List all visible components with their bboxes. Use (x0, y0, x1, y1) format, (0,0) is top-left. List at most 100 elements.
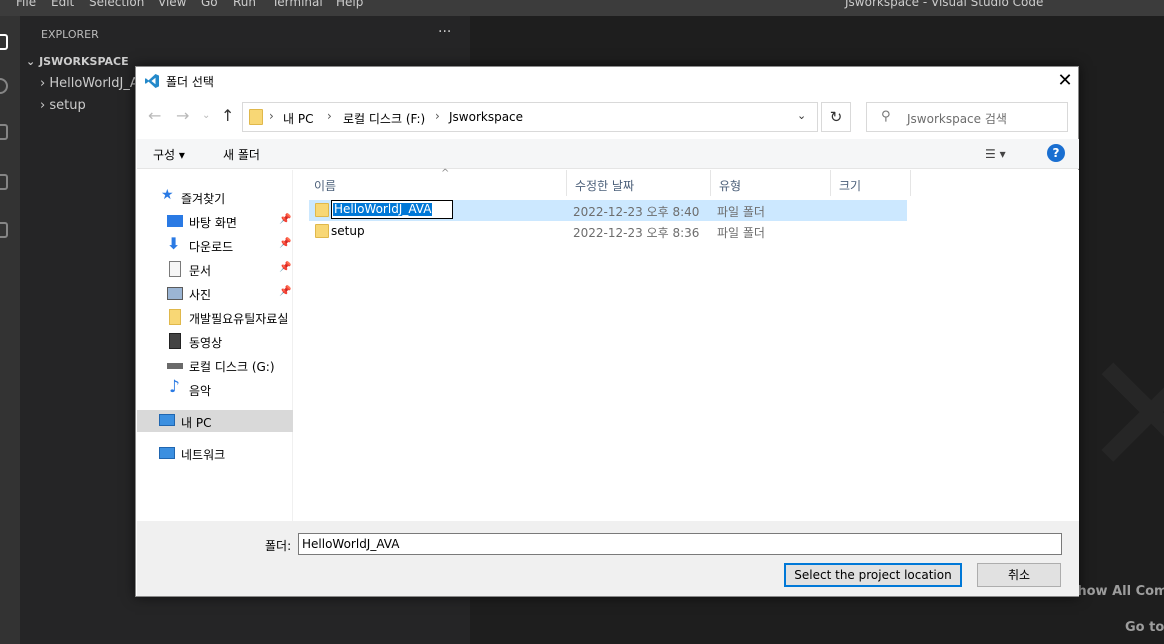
video-icon (169, 333, 181, 349)
tree-item-label: setup (49, 98, 86, 113)
menu-run[interactable]: Run (233, 0, 256, 9)
file-row-helloworld[interactable]: HelloWorldJ_AVA 2022-12-23 오후 8:40 파일 폴더 (309, 200, 907, 221)
menu-selection[interactable]: Selection (89, 0, 144, 9)
column-header-name[interactable]: ^ 이름 (306, 168, 567, 196)
nav-label: 내 PC (181, 416, 212, 430)
nav-music[interactable]: ♪ 음악 (137, 377, 293, 400)
column-label: 이름 (314, 179, 337, 193)
chevron-right-icon: › (40, 76, 46, 91)
back-arrow-icon[interactable]: ← (148, 106, 161, 125)
file-modified: 2022-12-23 오후 8:40 (573, 205, 700, 219)
window-title: Jsworkspace - Visual Studio Code (845, 0, 1044, 9)
nav-label: 즐겨찾기 (181, 192, 226, 206)
nav-desktop[interactable]: 바탕 화면 📌 (137, 210, 293, 232)
run-debug-icon[interactable] (0, 174, 8, 190)
nav-label: 네트워크 (181, 448, 226, 462)
column-header-modified[interactable]: 수정한 날짜 (567, 170, 711, 196)
close-icon[interactable]: ✕ (1054, 70, 1076, 92)
computer-icon (159, 414, 175, 426)
dialog-title: 폴더 선택 (166, 75, 214, 89)
nav-pictures[interactable]: 사진 📌 (137, 282, 293, 304)
folder-icon (315, 203, 329, 217)
menu-help[interactable]: Help (336, 0, 363, 9)
recent-locations-icon[interactable]: ⌄ (202, 110, 210, 121)
file-list: ^ 이름 수정한 날짜 유형 크기 HelloWorldJ_AVA 2022-1… (296, 168, 1079, 521)
nav-quick-access[interactable]: ★ 즐겨찾기 (137, 186, 293, 208)
organize-button[interactable]: 구성 ▾ (153, 146, 185, 163)
navigation-row: ← → ⌄ ↑ › 내 PC › 로컬 디스크 (F:) › Jsworkspa… (136, 101, 1078, 133)
download-icon: ⬇ (167, 234, 181, 253)
picture-icon (167, 287, 183, 300)
nav-downloads[interactable]: ⬇ 다운로드 📌 (137, 234, 293, 256)
refresh-icon[interactable]: ↻ (821, 102, 851, 132)
cancel-button[interactable]: 취소 (977, 563, 1061, 587)
file-type: 파일 폴더 (717, 205, 765, 219)
column-header-type[interactable]: 유형 (711, 170, 831, 196)
view-options-icon[interactable]: ☰ ▾ (985, 147, 1006, 161)
menu-edit[interactable]: Edit (51, 0, 74, 9)
folder-input[interactable] (298, 533, 1062, 555)
file-row-setup[interactable]: setup 2022-12-23 오후 8:36 파일 폴더 (309, 221, 907, 242)
dialog-titlebar: 폴더 선택 ✕ (136, 67, 1078, 95)
nav-documents[interactable]: 문서 📌 (137, 258, 293, 280)
command-toolbar: 구성 ▾ 새 폴더 ☰ ▾ ? (137, 139, 1079, 169)
up-arrow-icon[interactable]: ↑ (221, 106, 234, 125)
explorer-title: EXPLORER (41, 28, 99, 41)
explorer-icon[interactable] (0, 34, 8, 50)
rename-input[interactable]: HelloWorldJ_AVA (331, 200, 453, 219)
new-folder-button[interactable]: 새 폴더 (223, 146, 260, 163)
document-icon (169, 261, 181, 277)
chevron-down-icon[interactable]: ⌄ (797, 109, 806, 122)
extensions-icon[interactable] (0, 222, 8, 238)
forward-arrow-icon[interactable]: → (176, 106, 189, 125)
column-label: 수정한 날짜 (575, 179, 635, 193)
menu-terminal[interactable]: Terminal (272, 0, 323, 9)
file-modified: 2022-12-23 오후 8:36 (573, 226, 700, 240)
nav-label: 음악 (189, 384, 212, 398)
chevron-right-icon: › (327, 109, 332, 123)
column-label: 유형 (719, 179, 742, 193)
nav-this-pc[interactable]: 내 PC (137, 410, 293, 432)
breadcrumb-drive-f[interactable]: 로컬 디스크 (F:) (343, 110, 425, 127)
column-header-size[interactable]: 크기 (831, 170, 911, 196)
workspace-header[interactable]: ⌄ JSWORKSPACE (26, 55, 129, 68)
more-actions-icon[interactable]: ··· (438, 24, 451, 40)
pin-icon: 📌 (279, 214, 292, 225)
nav-label: 로컬 디스크 (G:) (189, 360, 275, 374)
select-project-location-button[interactable]: Select the project location (784, 563, 962, 587)
menu-file[interactable]: File (16, 0, 36, 9)
dialog-footer: 폴더: Select the project location 취소 (137, 521, 1079, 596)
star-icon: ★ (161, 187, 174, 203)
folder-icon (315, 224, 329, 238)
breadcrumb-this-pc[interactable]: 내 PC (283, 110, 313, 127)
search-placeholder: Jsworkspace 검색 (907, 112, 1007, 126)
nav-dev-utils-folder[interactable]: 개발필요유틸자료실 (137, 306, 293, 328)
music-icon: ♪ (169, 377, 180, 397)
folder-label: 폴더: (265, 539, 292, 553)
nav-label: 사진 (189, 288, 212, 302)
source-control-icon[interactable] (0, 124, 8, 140)
nav-drive-g[interactable]: 로컬 디스크 (G:) (137, 354, 293, 376)
nav-network[interactable]: 네트워크 (137, 442, 293, 464)
nav-label: 바탕 화면 (189, 216, 237, 230)
drive-icon (167, 363, 183, 369)
navigation-pane: ★ 즐겨찾기 바탕 화면 📌 ⬇ 다운로드 📌 문서 📌 사진 📌 개발필요유틸… (137, 170, 293, 521)
address-bar[interactable]: › 내 PC › 로컬 디스크 (F:) › Jsworkspace ⌄ (242, 102, 818, 132)
nav-label: 개발필요유틸자료실 (189, 312, 289, 326)
menu-go[interactable]: Go (201, 0, 218, 9)
nav-videos[interactable]: 동영상 (137, 330, 293, 352)
desktop-icon (167, 215, 183, 227)
search-box[interactable]: ⚲ Jsworkspace 검색 (866, 102, 1068, 132)
menu-view[interactable]: View (158, 0, 186, 9)
pin-icon: 📌 (279, 238, 292, 249)
nav-label: 다운로드 (189, 240, 234, 254)
chevron-right-icon: › (40, 98, 46, 113)
help-icon[interactable]: ? (1047, 144, 1065, 162)
breadcrumb-jsworkspace[interactable]: Jsworkspace (449, 110, 523, 124)
search-activity-icon[interactable] (0, 78, 8, 94)
hint-show-all-commands: Show All Commands (1068, 584, 1164, 599)
nav-label: 문서 (189, 264, 212, 278)
tree-item-setup[interactable]: › setup (40, 98, 86, 113)
vscode-menubar: File Edit Selection View Go Run Terminal… (0, 0, 1164, 16)
column-label: 크기 (839, 179, 862, 193)
